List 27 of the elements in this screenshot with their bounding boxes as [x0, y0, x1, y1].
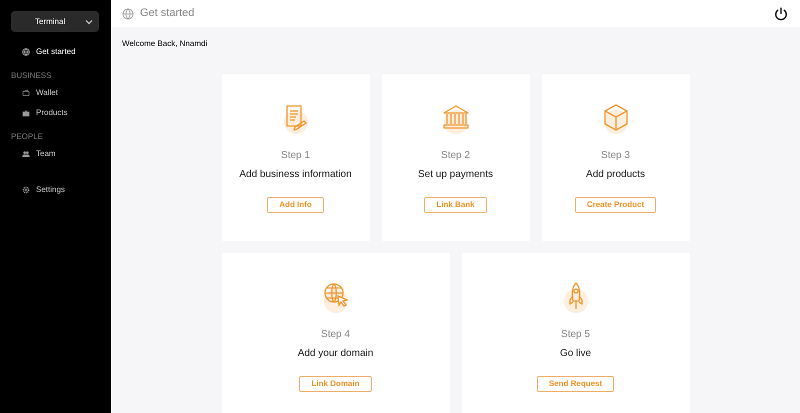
gear-icon: [22, 186, 30, 194]
nav-item[interactable]: Settings: [11, 180, 100, 200]
step-title: Set up payments: [418, 168, 494, 182]
nav-item[interactable]: Wallet: [11, 83, 100, 103]
section-heading: BUSINESS: [11, 70, 52, 82]
step-number: Step 4: [321, 328, 350, 342]
step-number: Step 3: [601, 149, 630, 163]
welcome-text: Welcome Back, Nnamdi: [122, 38, 208, 50]
nav-item[interactable]: Get started: [11, 42, 100, 62]
step-number: Step 1: [281, 149, 310, 163]
power-button[interactable]: [773, 6, 789, 22]
step-title: Add products: [586, 168, 645, 182]
globe-icon: [122, 8, 134, 20]
page-title: Get started: [140, 6, 194, 22]
wallet-icon: [22, 89, 30, 97]
globe-icon: [22, 48, 30, 56]
chevron-icon: [85, 18, 93, 24]
nav-item[interactable]: Team: [11, 144, 100, 164]
section-heading: PEOPLE: [11, 131, 44, 143]
people-icon: [22, 150, 30, 158]
step-number: Step 2: [441, 149, 470, 163]
nav-item[interactable]: Products: [11, 103, 100, 123]
step-number: Step 5: [561, 328, 590, 342]
step-title: Add business information: [239, 168, 352, 182]
workspace-dropdown[interactable]: Terminal: [11, 11, 99, 32]
step-title: Go live: [560, 347, 592, 361]
step-title: Add your domain: [298, 347, 374, 361]
